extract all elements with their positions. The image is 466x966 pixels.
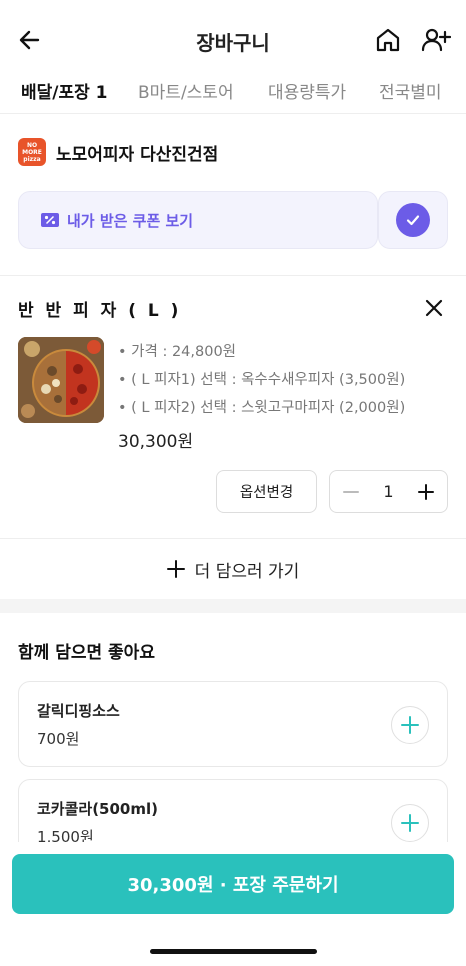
back-arrow-icon	[19, 30, 40, 50]
remove-item-button[interactable]	[422, 296, 446, 320]
add-recommendation-button[interactable]	[391, 706, 429, 744]
plus-icon	[166, 560, 185, 578]
home-indicator	[150, 949, 317, 954]
back-button[interactable]	[16, 26, 44, 54]
store-header[interactable]: NO MORE pizza 노모어피자 다산진건점	[18, 136, 218, 168]
home-icon	[376, 28, 400, 52]
item-options: • 가격 : 24,800원 • ( L 피자1) 선택 : 옥수수새우피자 (…	[118, 340, 405, 424]
close-icon	[425, 299, 443, 317]
coupon-label: 내가 받은 쿠폰 보기	[67, 211, 194, 230]
plus-icon	[401, 716, 419, 734]
place-order-button[interactable]: 30,300원 · 포장 주문하기	[12, 854, 454, 914]
recommendations-title: 함께 담으면 좋아요	[18, 643, 155, 663]
plus-icon	[401, 814, 419, 832]
check-badge	[396, 203, 430, 237]
check-icon	[406, 215, 420, 226]
quantity-stepper: 1	[329, 470, 448, 513]
cart-item-name: 반 반 피 자 ( L )	[18, 301, 182, 321]
coupon-icon	[41, 213, 59, 227]
tab-bulk-deals[interactable]: 대용량특가	[268, 78, 346, 113]
add-recommendation-button[interactable]	[391, 804, 429, 842]
quantity-value: 1	[383, 482, 394, 501]
change-options-button[interactable]: 옵션변경	[216, 470, 317, 513]
tab-local-specialties[interactable]: 전국별미	[379, 78, 442, 113]
category-tabs: 배달/포장 1 B마트/스토어 대용량특가 전국별미	[0, 70, 466, 114]
coupon-select-toggle[interactable]	[378, 191, 448, 249]
invite-user-button[interactable]	[421, 26, 452, 54]
app-header: 장바구니	[0, 0, 466, 78]
plus-icon[interactable]	[417, 483, 435, 501]
recommendation-card: 갈릭디핑소스 700원	[18, 681, 448, 767]
section-separator	[0, 599, 466, 613]
option-line: • ( L 피자2) 선택 : 스윗고구마피자 (2,000원)	[118, 400, 406, 416]
recommendation-name: 코카콜라(500ml)	[37, 800, 158, 818]
recommendation-price: 700원	[37, 730, 80, 748]
bottom-bar: 30,300원 · 포장 주문하기	[0, 842, 466, 966]
store-name: 노모어피자 다산진건점	[56, 144, 219, 165]
add-more-label: 더 담으러 가기	[194, 561, 300, 582]
option-line: • 가격 : 24,800원	[118, 344, 237, 360]
store-logo: NO MORE pizza	[18, 138, 46, 166]
tab-bmart-store[interactable]: B마트/스토어	[138, 78, 234, 113]
view-coupons-button[interactable]: 내가 받은 쿠폰 보기	[18, 191, 378, 249]
item-price: 30,300원	[118, 432, 194, 452]
section-divider	[0, 275, 466, 276]
tab-delivery-pickup[interactable]: 배달/포장 1	[21, 78, 108, 113]
add-more-button[interactable]: 더 담으러 가기	[0, 539, 466, 599]
minus-icon[interactable]	[342, 483, 360, 501]
pizza-image	[18, 337, 104, 423]
option-line: • ( L 피자1) 선택 : 옥수수새우피자 (3,500원)	[118, 372, 406, 388]
recommendation-name: 갈릭디핑소스	[37, 702, 120, 720]
user-plus-icon	[421, 28, 452, 52]
home-button[interactable]	[374, 26, 402, 54]
